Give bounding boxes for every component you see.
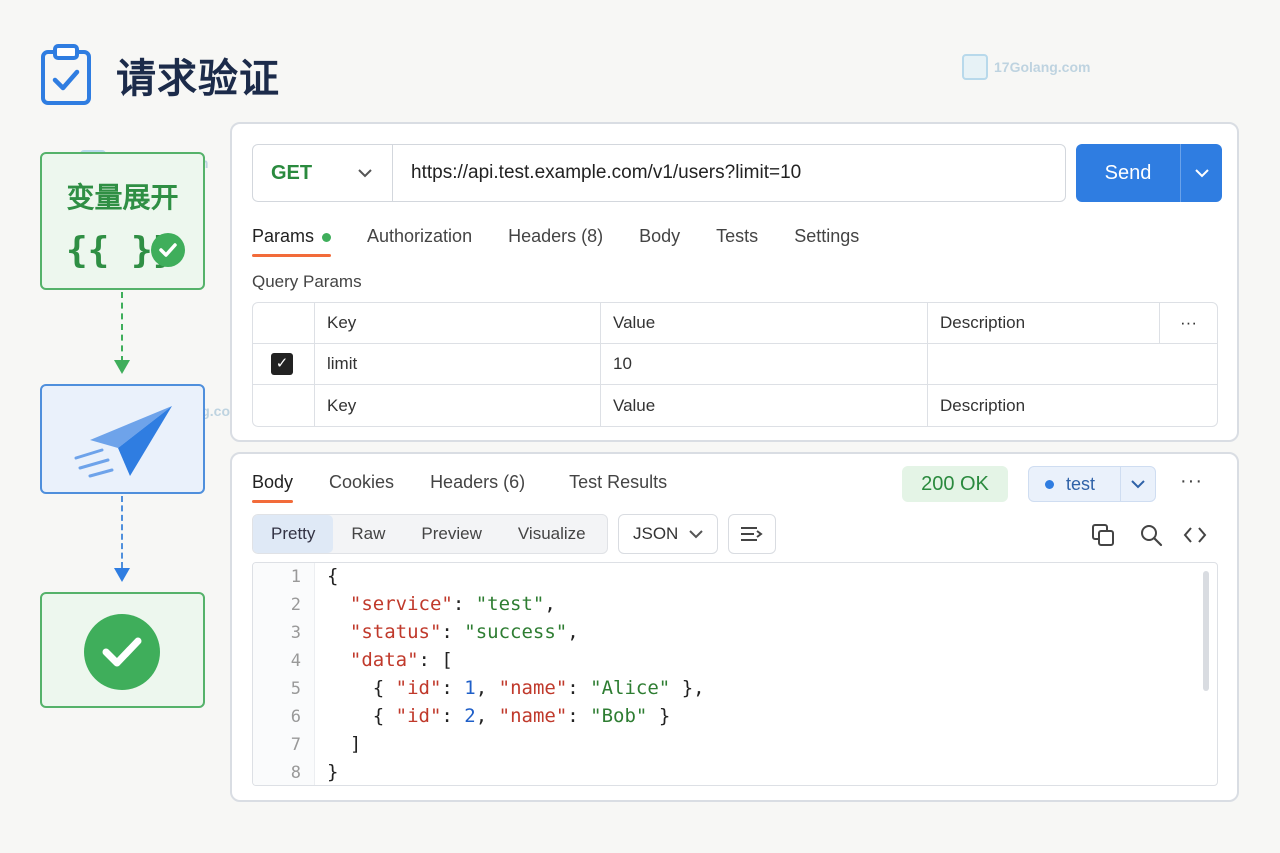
wrap-lines-button[interactable] — [728, 514, 776, 554]
method-select[interactable]: GET — [253, 145, 393, 201]
flow-connector — [121, 292, 123, 362]
param-key[interactable]: limit — [315, 344, 601, 385]
more-options-icon[interactable]: ··· — [1160, 303, 1217, 344]
page-header: 请求验证 — [40, 44, 280, 106]
environment-dot-icon — [1045, 479, 1054, 489]
table-row: ✓ limit 10 — [253, 344, 1217, 385]
chevron-down-icon — [689, 529, 703, 538]
wrap-lines-icon — [741, 527, 763, 541]
line-number: 5 — [290, 679, 301, 699]
format-label: JSON — [633, 524, 679, 543]
checkbox-header — [253, 303, 315, 344]
line-number-gutter: 1 2 3 4 5 6 7 8 — [253, 563, 315, 785]
tab-body[interactable]: Body — [639, 226, 680, 257]
line-number: 8 — [290, 763, 301, 783]
code-line: { — [327, 565, 339, 587]
column-header-description: Description — [928, 303, 1160, 344]
tab-tests[interactable]: Tests — [716, 226, 758, 257]
flow-step-success — [40, 592, 205, 708]
view-preview[interactable]: Preview — [403, 515, 499, 553]
check-circle-icon — [84, 614, 160, 690]
format-select[interactable]: JSON — [618, 514, 718, 554]
chevron-down-icon — [1194, 168, 1209, 177]
page-title: 请求验证 — [116, 56, 280, 102]
code-line: } — [327, 761, 339, 783]
chevron-down-icon — [1120, 467, 1155, 501]
tab-settings[interactable]: Settings — [794, 226, 859, 257]
view-raw[interactable]: Raw — [333, 515, 403, 553]
table-row-empty: Key Value Description — [253, 385, 1217, 426]
param-description[interactable] — [928, 344, 1217, 385]
more-options-icon[interactable]: ··· — [1180, 470, 1203, 493]
response-panel: Body Cookies Headers (6) Test Results 20… — [230, 452, 1239, 802]
request-tabs: Params Authorization Headers (8) Body Te… — [252, 226, 895, 257]
code-icon[interactable] — [1182, 522, 1208, 548]
response-tabs: Body Cookies Headers (6) Test Results — [252, 472, 703, 503]
flow-step-send-request — [40, 384, 205, 494]
value-placeholder[interactable]: Value — [601, 385, 928, 426]
method-label: GET — [271, 161, 313, 184]
tab-authorization[interactable]: Authorization — [367, 226, 472, 257]
line-number: 7 — [290, 735, 301, 755]
query-params-label: Query Params — [252, 272, 362, 291]
view-pretty[interactable]: Pretty — [253, 515, 334, 553]
checkmark-icon: ✓ — [271, 353, 293, 375]
tab-test-results[interactable]: Test Results — [569, 472, 667, 503]
line-number: 3 — [290, 623, 301, 643]
environment-select[interactable]: test — [1028, 466, 1156, 502]
tab-headers[interactable]: Headers (8) — [508, 226, 603, 257]
column-header-value: Value — [601, 303, 928, 344]
url-input[interactable]: https://api.test.example.com/v1/users?li… — [393, 162, 801, 184]
chevron-down-icon — [358, 165, 372, 181]
code-line: "data": [ — [349, 649, 453, 671]
code-line: { "id": 1, "name": "Alice" }, — [327, 677, 705, 699]
arrow-down-icon — [114, 360, 130, 374]
active-dot-icon — [322, 232, 332, 242]
param-value[interactable]: 10 — [601, 344, 928, 385]
search-icon[interactable] — [1138, 522, 1164, 548]
send-button[interactable]: Send — [1076, 162, 1180, 185]
row-checkbox-empty — [253, 385, 315, 426]
tab-params[interactable]: Params — [252, 226, 332, 257]
params-table: Key Value Description ··· ✓ limit 10 Key… — [252, 302, 1218, 427]
scrollbar[interactable] — [1203, 571, 1209, 691]
environment-name: test — [1066, 473, 1096, 494]
view-visualize[interactable]: Visualize — [500, 515, 604, 553]
response-body-editor[interactable]: 1 2 3 4 5 6 7 8 { "service": "test", "st… — [252, 562, 1218, 786]
code-line: "status": "success", — [349, 621, 579, 643]
description-placeholder[interactable]: Description — [928, 385, 1217, 426]
paper-plane-icon — [74, 406, 172, 478]
watermark: 17Golang.com — [962, 54, 1090, 80]
tab-response-body[interactable]: Body — [252, 472, 294, 503]
code-line: { "id": 2, "name": "Bob" } — [327, 705, 671, 727]
arrow-down-icon — [114, 568, 130, 582]
flow-step-label: 变量展开 — [66, 181, 179, 214]
line-number: 1 — [290, 567, 301, 587]
tab-response-headers[interactable]: Headers (6) — [430, 472, 525, 503]
table-header-row: Key Value Description ··· — [253, 303, 1217, 344]
flow-connector — [121, 496, 123, 568]
request-panel: GET https://api.test.example.com/v1/user… — [230, 122, 1239, 442]
tab-cookies[interactable]: Cookies — [329, 472, 394, 503]
flow-step-variable-expansion: 变量展开 {{ }} — [40, 152, 205, 290]
line-number: 4 — [290, 651, 301, 671]
send-button-group: Send — [1076, 144, 1222, 202]
code-line: "service": "test", — [349, 593, 556, 615]
check-circle-icon — [151, 233, 185, 267]
clipboard-check-icon — [41, 44, 91, 105]
view-mode-tabs: Pretty Raw Preview Visualize — [252, 514, 608, 554]
row-checkbox[interactable]: ✓ — [253, 344, 315, 385]
code-line: ] — [327, 733, 362, 755]
line-number: 6 — [290, 707, 301, 727]
copy-icon[interactable] — [1090, 522, 1116, 548]
watermark-logo-icon — [962, 54, 988, 80]
line-number: 2 — [290, 595, 301, 615]
status-badge: 200 OK — [902, 466, 1008, 502]
key-placeholder[interactable]: Key — [315, 385, 601, 426]
column-header-key: Key — [315, 303, 601, 344]
send-options-button[interactable] — [1180, 144, 1222, 202]
url-bar: GET https://api.test.example.com/v1/user… — [252, 144, 1066, 202]
